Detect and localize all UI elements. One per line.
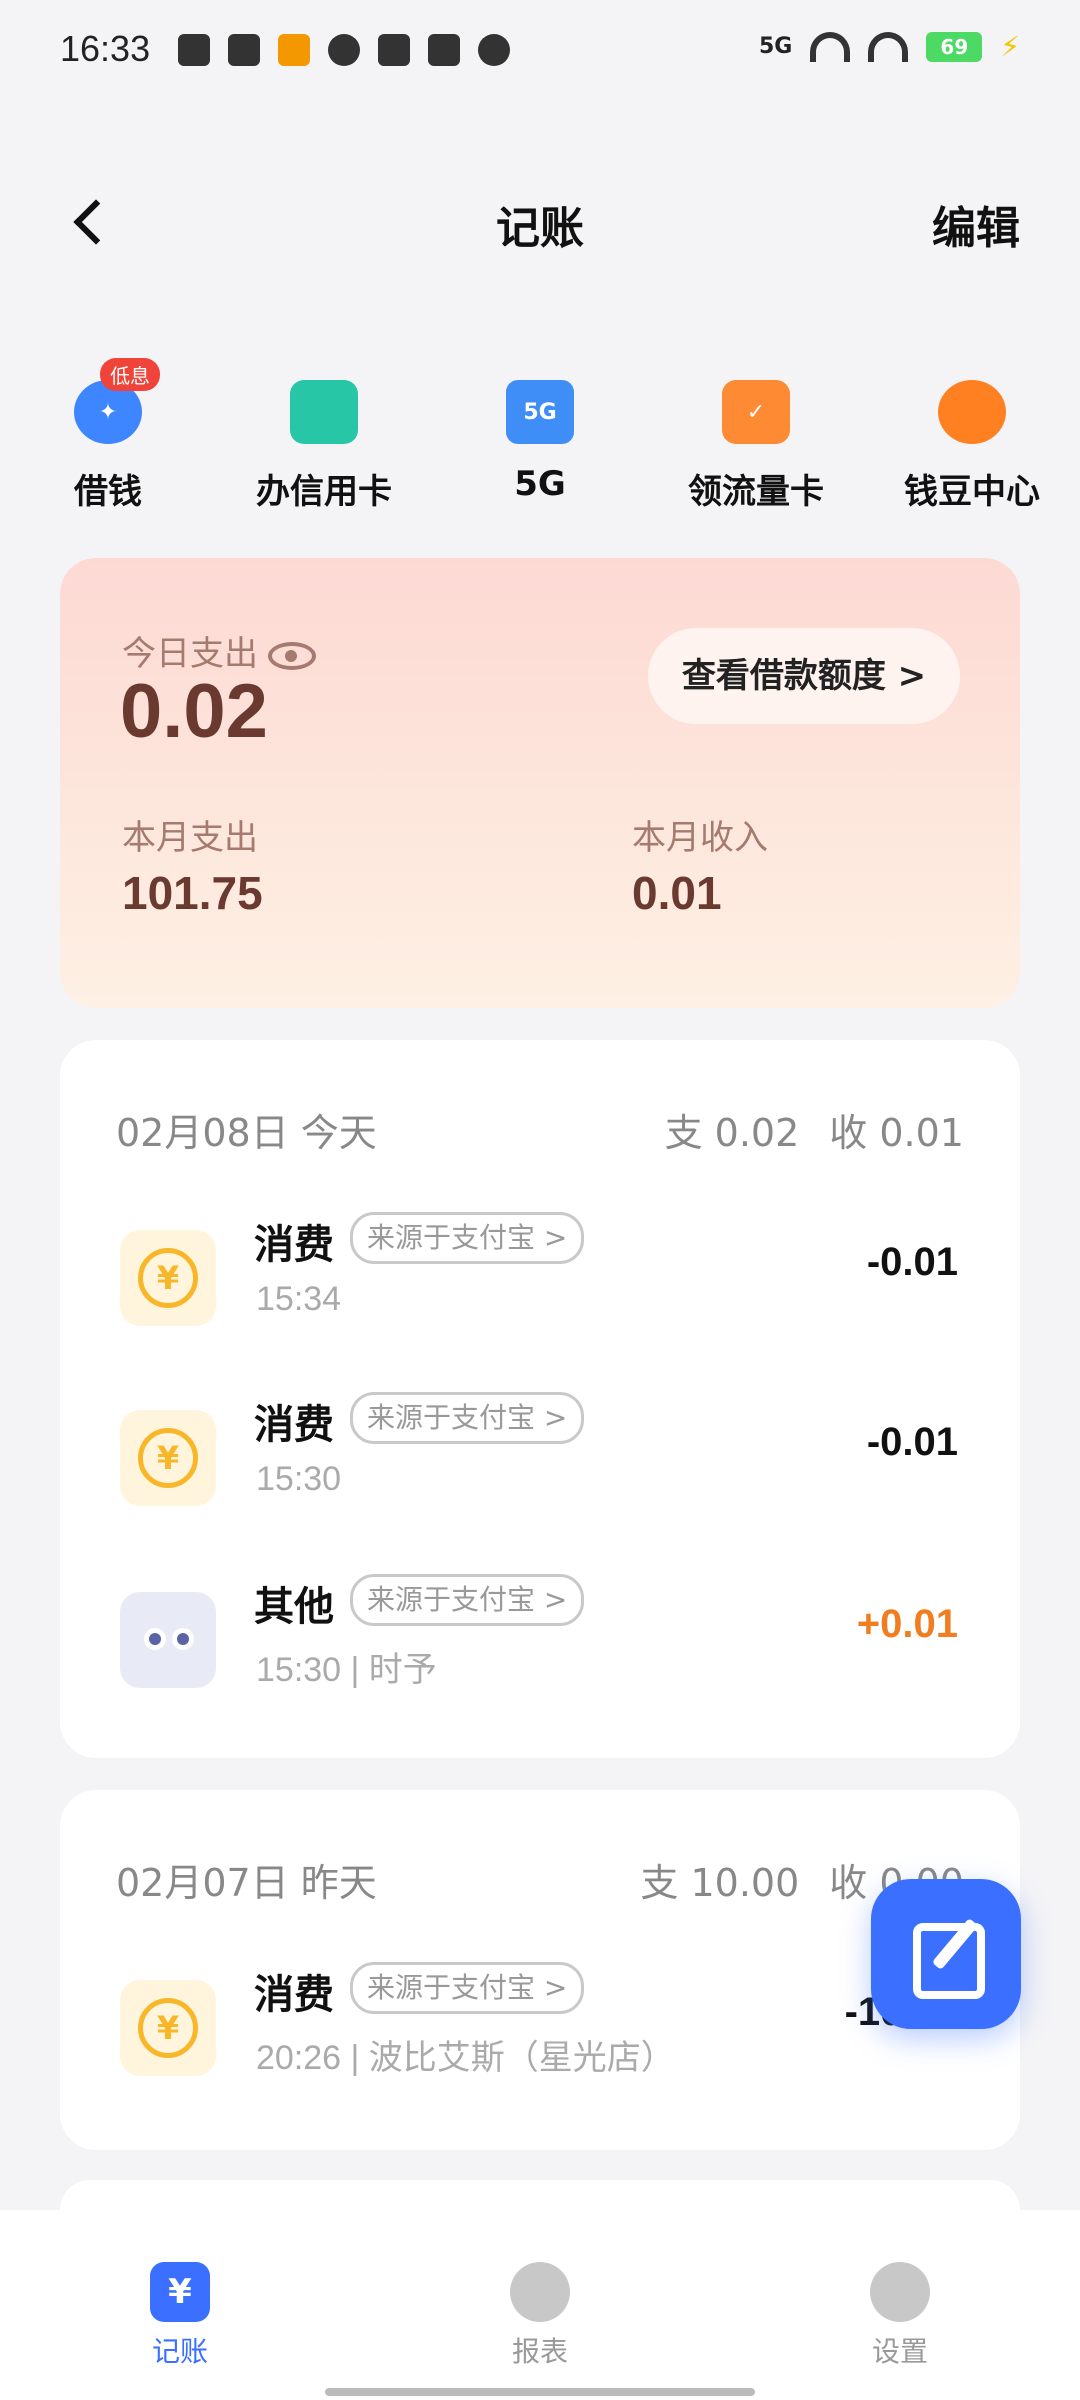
tab-report[interactable]: 报表	[450, 2262, 630, 2370]
page-title: 记账	[496, 203, 584, 254]
shortcut-row: ✦ 低息 借钱 办信用卡 5G 5G ✓ 领流量卡 钱豆中心	[0, 358, 1080, 530]
signal-icon: 5G	[758, 34, 793, 59]
status-right: 5G 69 ⚡	[759, 30, 1020, 63]
shortcut-data-card[interactable]: ✓ 领流量卡	[648, 370, 864, 530]
transaction-title: 消费	[254, 1972, 334, 2018]
low-interest-badge: 低息	[100, 358, 160, 391]
source-alipay-tag[interactable]: 来源于支付宝 >	[350, 1962, 585, 2014]
day-header: 02月07日 昨天 支 10.00收 0.00	[116, 1852, 964, 1905]
month-income-value: 0.01	[632, 867, 722, 919]
tab-label: 报表	[511, 2335, 568, 2368]
shortcut-5g[interactable]: 5G 5G	[432, 370, 648, 530]
tab-settings[interactable]: 设置	[810, 2262, 990, 2370]
shortcut-bean-center[interactable]: 钱豆中心	[864, 370, 1080, 530]
bus-icon	[228, 34, 260, 66]
bottom-tab-bar: ¥ 记账 报表 设置	[0, 2210, 1080, 2400]
app-notification-icon	[278, 34, 310, 66]
status-time: 16:33	[60, 28, 151, 69]
ledger-icon: ¥	[150, 2262, 210, 2322]
eye-icon[interactable]	[268, 641, 316, 670]
shortcut-label: 办信用卡	[256, 472, 392, 512]
bean-icon	[938, 380, 1006, 444]
image-icon	[378, 34, 410, 66]
phone-icon	[178, 34, 210, 66]
shortcut-borrow[interactable]: ✦ 低息 借钱	[0, 358, 216, 530]
source-alipay-tag[interactable]: 来源于支付宝 >	[350, 1574, 585, 1626]
transaction-title: 其他	[254, 1584, 334, 1630]
transaction-time: 15:34	[256, 1280, 342, 1318]
tab-label: 设置	[871, 2335, 928, 2368]
transaction-amount: -0.01	[866, 1240, 958, 1284]
summary-card: 今日支出 0.02 查看借款额度 > 本月支出 101.75 本月收入 0.01	[60, 558, 1020, 1008]
transaction-row[interactable]: ¥ 消费 来源于支付宝 > 15:30 -0.01	[60, 1380, 1020, 1550]
edit-button[interactable]: 编辑	[932, 192, 1020, 256]
day-header: 02月08日 今天 支 0.02 收 0.01	[116, 1102, 964, 1155]
check-icon	[478, 34, 510, 66]
day-income-total: 收 0.01	[829, 1111, 964, 1155]
charging-icon: ⚡	[1000, 30, 1020, 63]
day-date: 02月07日 昨天	[116, 1861, 377, 1905]
yuan-coin-icon: ¥	[120, 1230, 216, 1326]
transaction-row[interactable]: ¥ 消费 来源于支付宝 > 15:34 -0.01	[60, 1200, 1020, 1370]
month-expense-value: 101.75	[122, 867, 263, 919]
credit-card-icon	[290, 380, 358, 444]
day-expense-total: 支 10.00	[640, 1861, 800, 1905]
view-loan-limit-button[interactable]: 查看借款额度 >	[648, 628, 960, 724]
pie-chart-icon	[510, 2262, 570, 2322]
home-indicator	[325, 2388, 755, 2396]
transaction-amount: -0.01	[866, 1420, 958, 1464]
day-group-today: 02月08日 今天 支 0.02 收 0.01 ¥ 消费 来源于支付宝 > 15:…	[60, 1040, 1020, 1758]
shortcut-label: 钱豆中心	[904, 472, 1040, 512]
wechat-icon	[328, 34, 360, 66]
day-date: 02月08日 今天	[116, 1111, 377, 1155]
wifi-icon-2	[868, 31, 909, 62]
source-alipay-tag[interactable]: 来源于支付宝 >	[350, 1212, 585, 1264]
transaction-row[interactable]: 其他 来源于支付宝 > 15:30 | 时予 +0.01	[60, 1562, 1020, 1732]
transaction-time: 20:26 | 波比艾斯（星光店）	[256, 2039, 675, 2077]
shortcut-label: 领流量卡	[688, 472, 824, 512]
battery-icon: 69	[926, 31, 983, 62]
notification-icons	[178, 34, 510, 66]
transaction-time: 15:30	[256, 1460, 342, 1498]
tab-label: 记账	[151, 2335, 208, 2368]
transaction-title: 消费	[254, 1402, 334, 1448]
month-expense-label: 本月支出	[122, 818, 258, 858]
month-income-label: 本月收入	[632, 818, 768, 858]
today-expense-value: 0.02	[120, 669, 268, 754]
day-expense-total: 支 0.02	[664, 1111, 800, 1155]
wifi-icon	[810, 31, 851, 62]
sim-card-icon: ✓	[722, 380, 790, 444]
other-icon	[120, 1592, 216, 1688]
tab-ledger[interactable]: ¥ 记账	[90, 2262, 270, 2370]
5g-icon: 5G	[506, 380, 574, 444]
add-record-button[interactable]	[871, 1879, 1021, 2029]
shortcut-label: 5G	[514, 464, 566, 504]
transaction-amount: +0.01	[856, 1602, 958, 1646]
bird-icon	[428, 34, 460, 66]
nav-bar: 记账 编辑	[0, 170, 1080, 280]
source-alipay-tag[interactable]: 来源于支付宝 >	[350, 1392, 585, 1444]
day-totals: 支 0.02 收 0.01	[635, 1102, 964, 1157]
status-bar: 16:33 5G 69 ⚡	[0, 0, 1080, 100]
yuan-coin-icon: ¥	[120, 1980, 216, 2076]
yuan-coin-icon: ¥	[120, 1410, 216, 1506]
shortcut-credit-card[interactable]: 办信用卡	[216, 370, 432, 530]
transaction-time: 15:30 | 时予	[256, 1651, 437, 1689]
transaction-title: 消费	[254, 1222, 334, 1268]
settings-icon	[870, 2262, 930, 2322]
shortcut-label: 借钱	[74, 472, 142, 512]
